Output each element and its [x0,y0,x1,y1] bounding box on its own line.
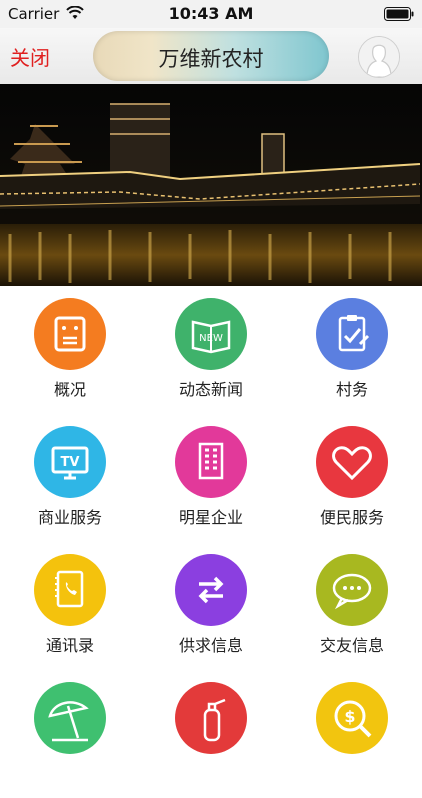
banner-image[interactable] [0,84,422,286]
money-search-icon: $ [316,682,388,754]
status-bar: Carrier 10:43 AM [0,0,422,28]
tile-label: 通讯录 [45,636,94,655]
battery-icon [384,7,414,21]
night-city-wall-image [0,84,422,286]
chat-bubble-icon [316,554,388,626]
tile-label: 村务 [335,380,368,399]
tile-tourism[interactable] [0,670,140,798]
tile-label: 便民服务 [319,508,384,527]
svg-text:TV: TV [61,455,80,470]
phonebook-icon [34,554,106,626]
heart-icon [316,426,388,498]
tile-contacts[interactable]: 通讯录 [0,542,140,670]
svg-text:NEW: NEW [199,333,223,344]
page-title: 万维新农村 [158,47,264,71]
svg-text:$: $ [344,707,355,726]
tile-star-enterprise[interactable]: 明星企业 [141,414,281,542]
news-book-icon: NEW [175,298,247,370]
exchange-arrows-icon [175,554,247,626]
nav-bar: 关闭 万维新农村 [0,28,422,84]
tile-supply-demand[interactable]: 供求信息 [141,542,281,670]
title-banner: 万维新农村 [93,31,329,81]
tile-village-affairs[interactable]: 村务 [282,286,422,414]
tile-label: 供求信息 [178,636,243,655]
beach-umbrella-icon [34,682,106,754]
avatar[interactable] [358,36,400,78]
tv-icon: TV [34,426,106,498]
tile-convenience-services[interactable]: 便民服务 [282,414,422,542]
tile-friends[interactable]: 交友信息 [282,542,422,670]
status-time: 10:43 AM [168,4,254,23]
tile-business-services[interactable]: TV 商业服务 [0,414,140,542]
fire-extinguisher-icon [175,682,247,754]
tile-fire-safety[interactable] [141,670,281,798]
overview-icon [34,298,106,370]
tile-label: 商业服务 [37,508,102,527]
clipboard-icon [316,298,388,370]
tile-label: 概况 [53,380,86,399]
tile-label: 明星企业 [178,508,243,527]
service-grid: 概况 NEW 动态新闻 村务 TV 商业服务 明星企业 便民服务 通讯录 供求信… [0,286,422,754]
tile-finance[interactable]: $ [282,670,422,798]
building-icon [175,426,247,498]
tile-news[interactable]: NEW 动态新闻 [141,286,281,414]
user-avatar-icon [359,37,399,77]
close-button[interactable]: 关闭 [10,42,50,71]
tile-label: 动态新闻 [178,380,243,399]
tile-overview[interactable]: 概况 [0,286,140,414]
tile-label: 交友信息 [319,636,384,655]
